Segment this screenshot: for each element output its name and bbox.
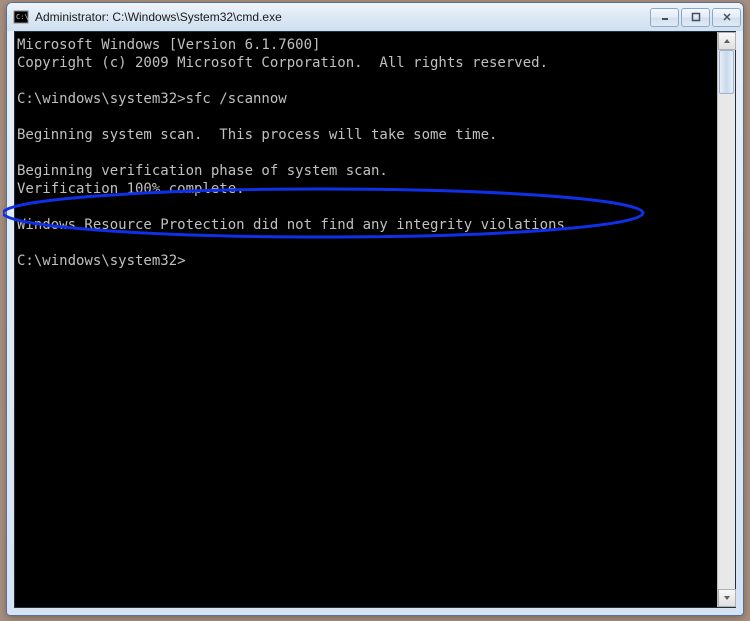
- prompt-line: C:\windows\system32>: [17, 253, 186, 269]
- scroll-up-button[interactable]: [718, 32, 736, 50]
- command-line: C:\windows\system32>sfc /scannow: [17, 91, 287, 107]
- close-button[interactable]: [712, 8, 741, 27]
- scroll-thumb[interactable]: [719, 50, 734, 94]
- maximize-button[interactable]: [681, 8, 710, 27]
- cmd-window: C:\ Administrator: C:\Windows\System32\c…: [6, 2, 744, 616]
- vertical-scrollbar[interactable]: [717, 32, 735, 607]
- window-controls: [650, 8, 741, 27]
- svg-text:C:\: C:\: [16, 13, 29, 21]
- terminal-output[interactable]: Microsoft Windows [Version 6.1.7600] Cop…: [15, 32, 717, 607]
- verify-complete-line: Verification 100% complete.: [17, 181, 245, 197]
- scan-begin-line: Beginning system scan. This process will…: [17, 127, 497, 143]
- verify-begin-line: Beginning verification phase of system s…: [17, 163, 388, 179]
- minimize-button[interactable]: [650, 8, 679, 27]
- scroll-down-button[interactable]: [718, 589, 736, 607]
- terminal-frame: Microsoft Windows [Version 6.1.7600] Cop…: [14, 31, 736, 608]
- result-line: Windows Resource Protection did not find…: [17, 217, 573, 233]
- cmd-icon: C:\: [13, 9, 29, 25]
- copyright-line: Copyright (c) 2009 Microsoft Corporation…: [17, 55, 548, 71]
- window-title: Administrator: C:\Windows\System32\cmd.e…: [35, 10, 650, 24]
- titlebar[interactable]: C:\ Administrator: C:\Windows\System32\c…: [7, 3, 743, 31]
- version-line: Microsoft Windows [Version 6.1.7600]: [17, 37, 320, 53]
